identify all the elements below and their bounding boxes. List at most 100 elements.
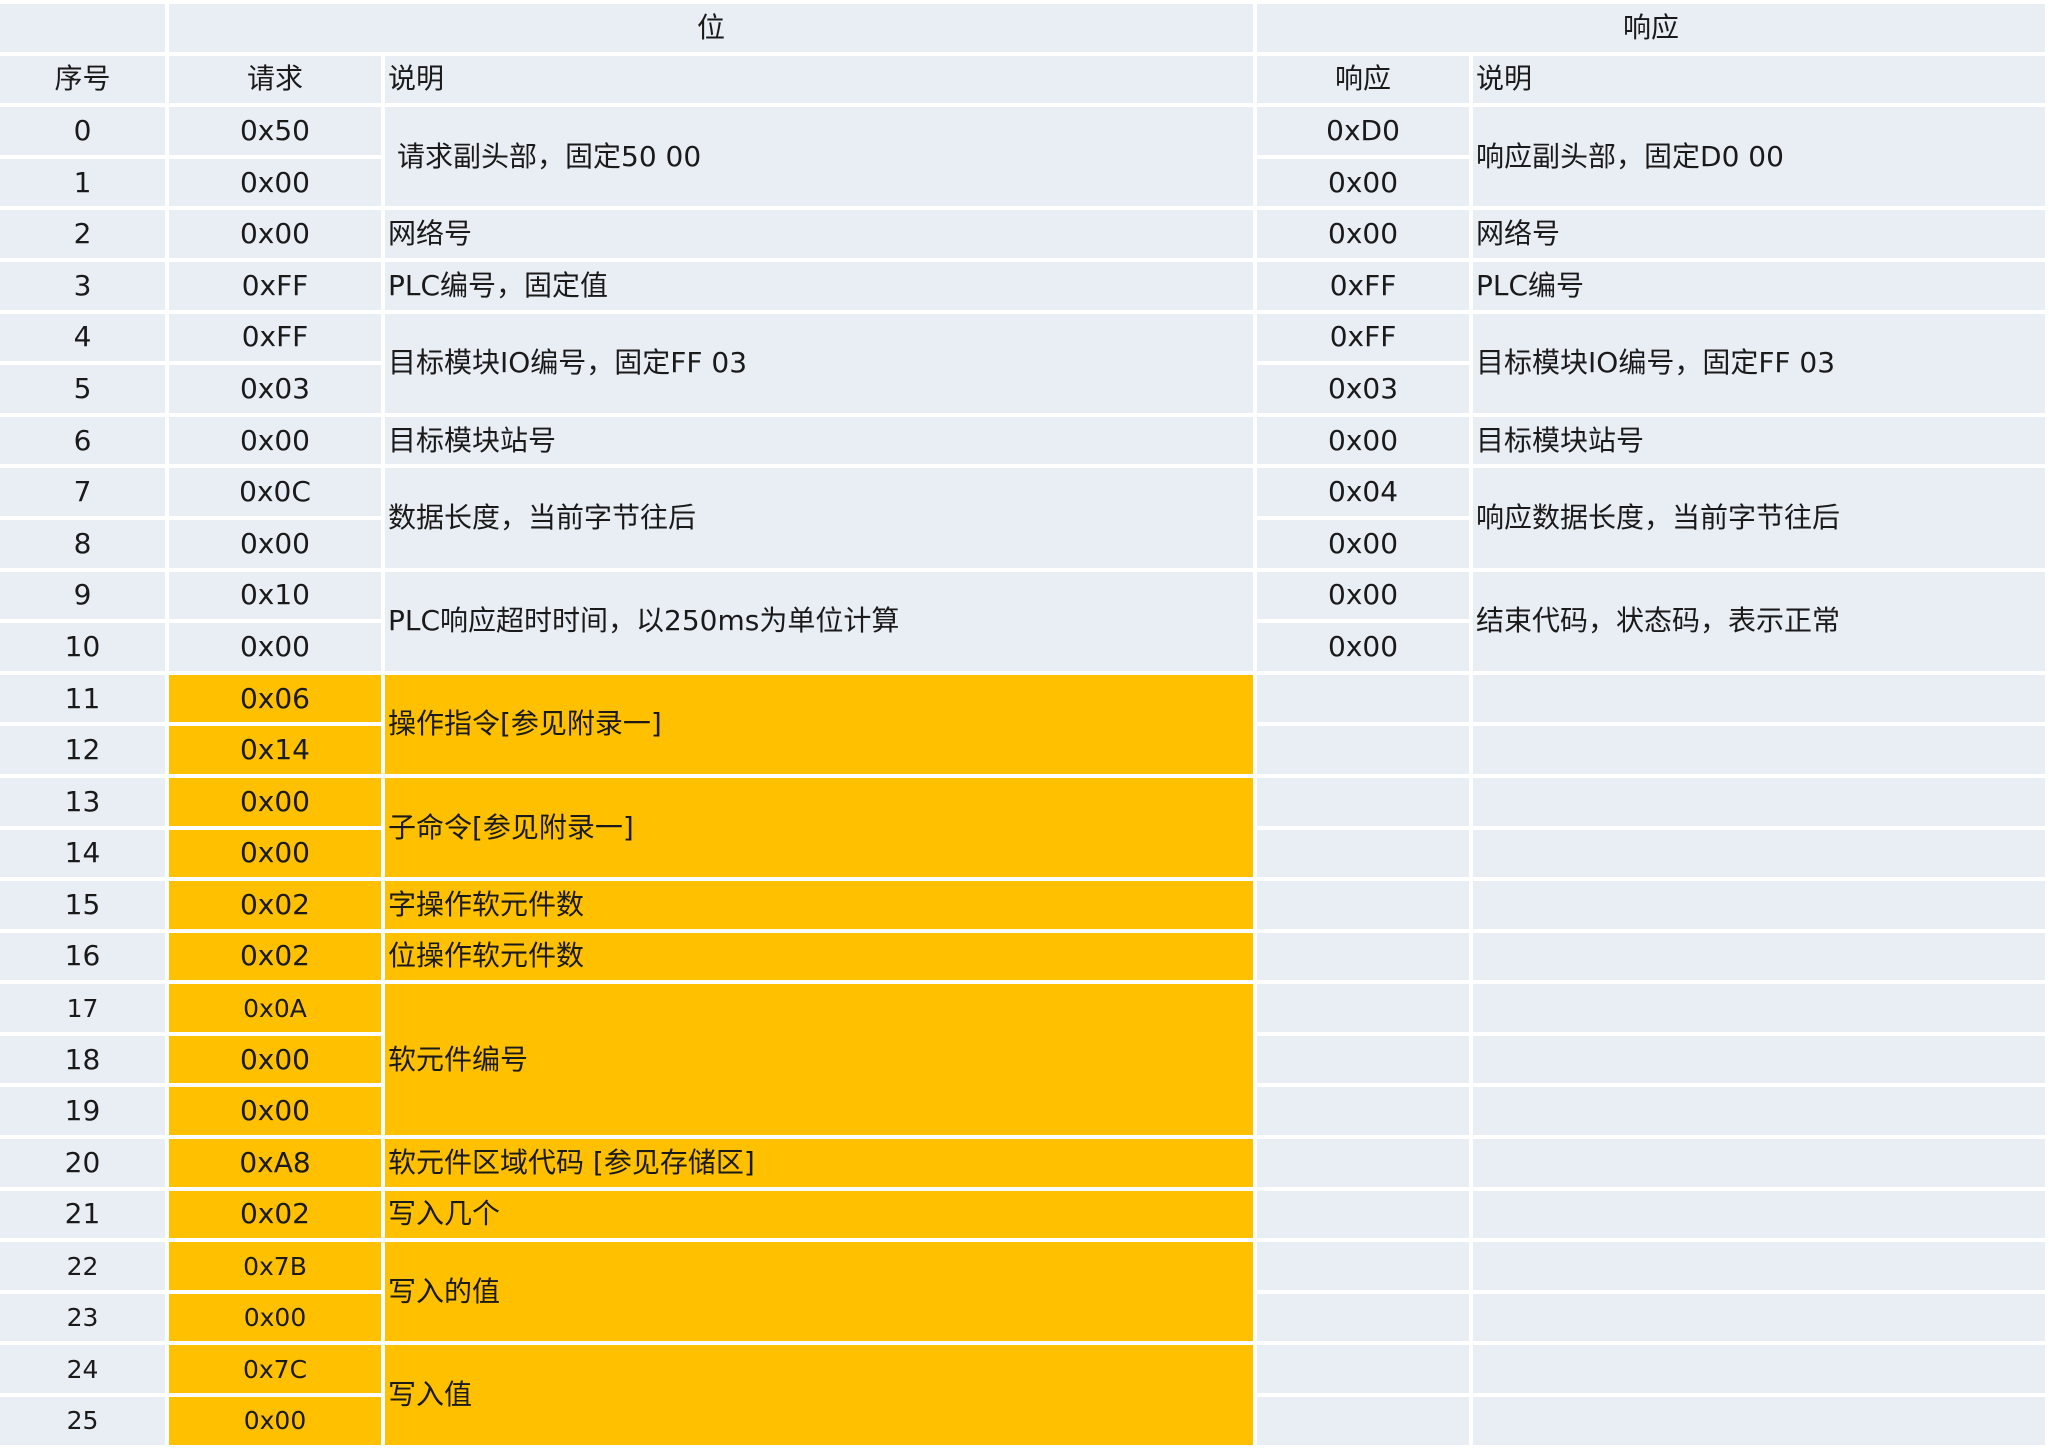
seq-cell: 18	[0, 1035, 165, 1084]
response-description-cell	[1473, 1087, 2046, 1136]
table-row: 2 0x00 网络号 0x00 网络号	[0, 210, 2046, 258]
response-byte-cell: 0xD0	[1257, 107, 1470, 155]
seq-cell: 16	[0, 932, 165, 981]
response-byte-cell: 0x04	[1257, 468, 1470, 516]
response-byte-cell: 0x00	[1257, 571, 1470, 620]
request-byte-cell: 0x10	[169, 571, 381, 620]
request-byte-cell: 0x02	[169, 881, 381, 929]
table-row: 24 0x7C 写入值	[0, 1345, 2046, 1445]
request-byte-cell: 0x02	[169, 1190, 381, 1239]
seq-cell: 6	[0, 416, 165, 465]
response-byte-cell	[1257, 1293, 1470, 1342]
response-byte-cell	[1257, 1035, 1470, 1084]
table-row: 16 0x02 位操作软元件数	[0, 932, 2046, 981]
seq-cell: 19	[0, 1087, 165, 1136]
request-byte-cell: 0x00	[169, 210, 381, 258]
request-description-cell: 写入几个	[385, 1190, 1254, 1239]
response-byte-cell	[1257, 829, 1470, 878]
response-byte-cell: 0x00	[1257, 158, 1470, 207]
response-byte-cell	[1257, 777, 1470, 826]
request-description-cell: 数据长度，当前字节往后	[385, 468, 1254, 568]
response-description-cell: 响应副头部，固定D0 00	[1473, 107, 2046, 207]
request-byte-cell: 0x02	[169, 932, 381, 981]
seq-cell: 24	[0, 1345, 165, 1394]
table-row: 11 0x06 操作指令[参见附录一]	[0, 674, 2046, 774]
seq-cell: 9	[0, 571, 165, 620]
request-byte-cell: 0x0A	[169, 984, 381, 1032]
table-row: 13 0x00 子命令[参见附录一]	[0, 777, 2046, 878]
response-byte-cell: 0x00	[1257, 519, 1470, 568]
request-byte-cell: 0x7B	[169, 1242, 381, 1290]
seq-cell: 17	[0, 984, 165, 1032]
response-description-cell	[1473, 1139, 2046, 1187]
seq-cell: 25	[0, 1397, 165, 1445]
response-byte-cell	[1257, 1397, 1470, 1445]
response-description-cell	[1473, 1190, 2046, 1239]
response-description-cell	[1473, 984, 2046, 1032]
request-description-cell: 子命令[参见附录一]	[385, 777, 1254, 878]
table-row: 3 0xFF PLC编号，固定值 0xFF PLC编号	[0, 261, 2046, 310]
response-byte-cell	[1257, 1139, 1470, 1187]
request-group-header: 位	[169, 4, 1254, 52]
seq-cell: 12	[0, 726, 165, 774]
response-byte-cell: 0xFF	[1257, 313, 1470, 362]
table-row: 0 0x50 请求副头部，固定50 00 0xD0 响应副头部，固定D0 00	[0, 107, 2046, 207]
request-byte-cell: 0x00	[169, 1293, 381, 1342]
response-description-cell	[1473, 881, 2046, 929]
response-byte-cell	[1257, 1345, 1470, 1394]
response-byte-cell	[1257, 1190, 1470, 1239]
response-description-cell: 目标模块站号	[1473, 416, 2046, 465]
response-description-cell: 响应数据长度，当前字节往后	[1473, 468, 2046, 568]
request-description-cell: 软元件区域代码 [参见存储区]	[385, 1139, 1254, 1187]
request-description-cell: 字操作软元件数	[385, 881, 1254, 929]
response-description-cell	[1473, 1242, 2046, 1290]
request-byte-cell: 0x00	[169, 416, 381, 465]
group-header-row: 位 响应	[0, 4, 2046, 52]
response-description-cell: 网络号	[1473, 210, 2046, 258]
request-byte-cell: 0x00	[169, 1087, 381, 1136]
response-byte-cell: 0x00	[1257, 623, 1470, 671]
request-byte-cell: 0x00	[169, 623, 381, 671]
response-byte-cell	[1257, 1242, 1470, 1290]
response-byte-cell	[1257, 881, 1470, 929]
table-row: 20 0xA8 软元件区域代码 [参见存储区]	[0, 1139, 2046, 1187]
response-description-cell	[1473, 1035, 2046, 1084]
request-byte-cell: 0x00	[169, 1035, 381, 1084]
response-description-cell	[1473, 1293, 2046, 1342]
request-description-cell: 软元件编号	[385, 984, 1254, 1136]
table-row: 17 0x0A 软元件编号	[0, 984, 2046, 1136]
seq-cell: 10	[0, 623, 165, 671]
seq-cell: 3	[0, 261, 165, 310]
response-description-cell	[1473, 674, 2046, 723]
request-description-cell: 目标模块站号	[385, 416, 1254, 465]
response-byte-cell: 0x03	[1257, 365, 1470, 413]
request-description-cell: 写入的值	[385, 1242, 1254, 1342]
request-description-cell: 目标模块IO编号，固定FF 03	[385, 313, 1254, 413]
seq-cell: 13	[0, 777, 165, 826]
seq-cell: 23	[0, 1293, 165, 1342]
seq-cell: 2	[0, 210, 165, 258]
request-byte-cell: 0x50	[169, 107, 381, 155]
seq-cell: 21	[0, 1190, 165, 1239]
response-byte-cell	[1257, 726, 1470, 774]
request-byte-cell: 0x0C	[169, 468, 381, 516]
request-description-cell: PLC编号，固定值	[385, 261, 1254, 310]
response-byte-cell	[1257, 932, 1470, 981]
header-response: 响应	[1257, 55, 1470, 104]
response-description-cell	[1473, 777, 2046, 826]
response-group-header: 响应	[1257, 4, 2046, 52]
table-row: 6 0x00 目标模块站号 0x00 目标模块站号	[0, 416, 2046, 465]
table-row: 15 0x02 字操作软元件数	[0, 881, 2046, 929]
header-request-description: 说明	[385, 55, 1254, 104]
response-description-cell	[1473, 1345, 2046, 1394]
request-byte-cell: 0x00	[169, 829, 381, 878]
request-byte-cell: 0xFF	[169, 261, 381, 310]
response-byte-cell: 0xFF	[1257, 261, 1470, 310]
request-byte-cell: 0x06	[169, 674, 381, 723]
seq-cell: 14	[0, 829, 165, 878]
response-byte-cell	[1257, 1087, 1470, 1136]
request-description-cell: 网络号	[385, 210, 1254, 258]
request-byte-cell: 0x14	[169, 726, 381, 774]
corner-cell	[0, 4, 165, 52]
request-description-cell: 写入值	[385, 1345, 1254, 1445]
